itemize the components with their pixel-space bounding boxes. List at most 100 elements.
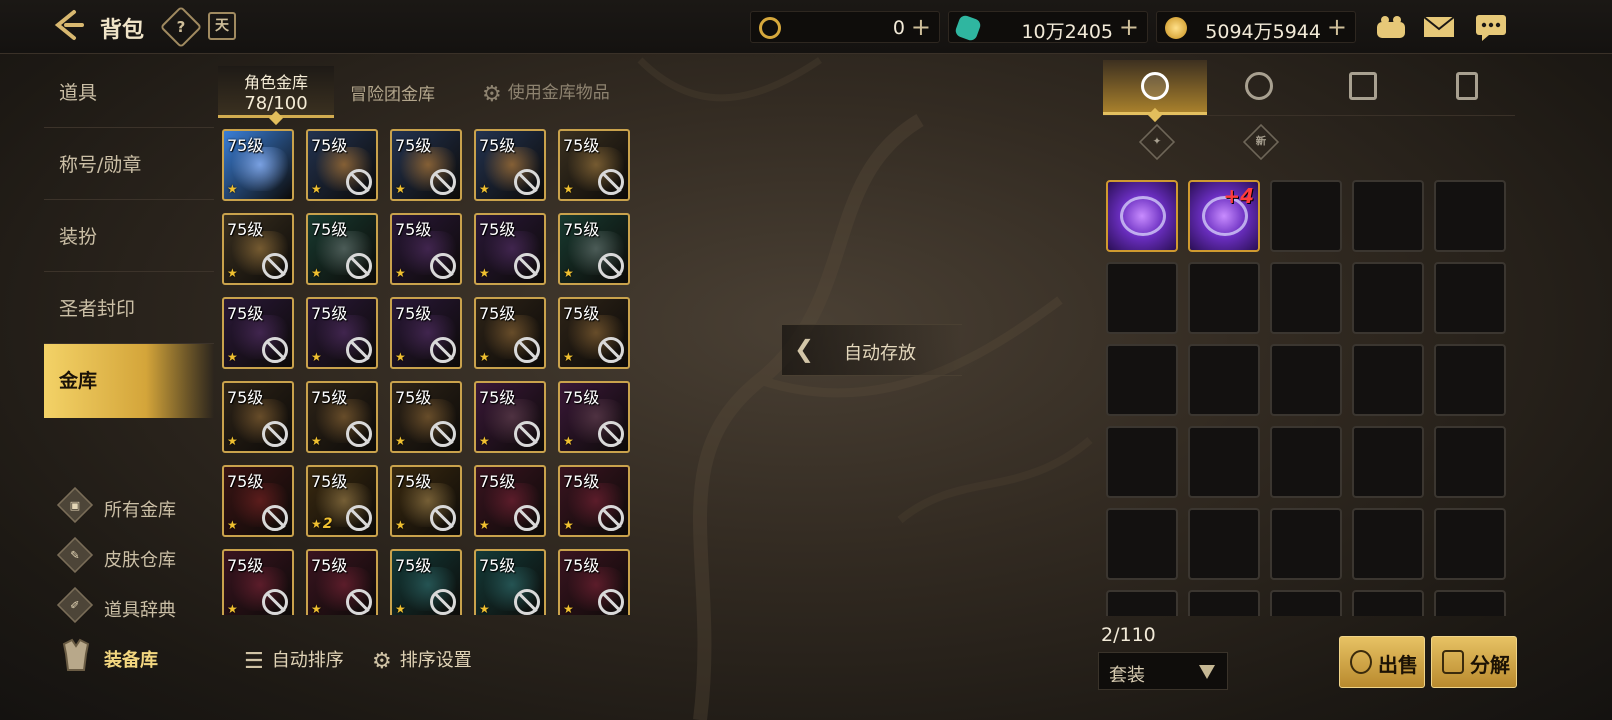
tab-equipment[interactable] — [1103, 60, 1207, 123]
vault-item[interactable]: 75级 ★ — [390, 465, 462, 537]
inventory-slot-empty[interactable] — [1106, 344, 1178, 416]
tab-consumables[interactable] — [1207, 60, 1311, 115]
vault-item[interactable]: 75级 ★ — [474, 465, 546, 537]
inventory-slot-empty[interactable] — [1106, 426, 1178, 498]
sub-item-equipment-storage[interactable]: 装备库 — [58, 634, 208, 678]
inventory-slot-empty[interactable] — [1352, 426, 1424, 498]
inventory-slot-empty[interactable] — [1270, 426, 1342, 498]
pentagram-icon[interactable]: ✦ — [1138, 123, 1176, 161]
vault-item[interactable]: 75级 ★ — [222, 213, 294, 285]
vault-item[interactable]: 75级 ★ — [558, 297, 630, 369]
inventory-slot-empty[interactable] — [1352, 508, 1424, 580]
inventory-item[interactable]: +4 — [1188, 180, 1260, 252]
prohibited-icon — [346, 589, 372, 615]
inventory-slot-empty[interactable] — [1352, 180, 1424, 252]
sub-item-item-dictionary[interactable]: ✐ 道具辞典 — [56, 584, 208, 628]
nav-item-vault[interactable]: 金库 — [44, 344, 214, 418]
vault-item[interactable]: 75级 ★ — [222, 465, 294, 537]
filter-dropdown[interactable]: 套装 — [1098, 652, 1228, 690]
vault-item[interactable]: 75级 ★ — [222, 549, 294, 615]
inventory-slot-empty[interactable] — [1352, 590, 1424, 616]
nav-item-seal[interactable]: 圣者封印 — [44, 272, 214, 344]
inventory-slot-empty[interactable] — [1270, 508, 1342, 580]
vault-item[interactable]: 75级 ★ — [558, 129, 630, 201]
inventory-slot-empty[interactable] — [1352, 344, 1424, 416]
tab-materials[interactable] — [1311, 60, 1415, 115]
inventory-slot-empty[interactable] — [1270, 344, 1342, 416]
page-title: 背包 — [100, 18, 145, 43]
vault-item[interactable]: 75级 ★ — [474, 213, 546, 285]
item-level: 75级 — [479, 472, 516, 491]
inventory-slot-empty[interactable] — [1188, 426, 1260, 498]
use-vault-items-button[interactable]: ⚙ 使用金库物品 — [482, 78, 610, 107]
inventory-slot-empty[interactable] — [1270, 590, 1342, 616]
inventory-slot-empty[interactable] — [1106, 508, 1178, 580]
vault-item[interactable]: 75级 ★ — [222, 381, 294, 453]
new-icon[interactable]: 新 — [1242, 123, 1280, 161]
vault-item[interactable]: 75级 ★ — [306, 129, 378, 201]
item-level: 75级 — [227, 136, 264, 155]
wallet-icon[interactable] — [1374, 12, 1408, 42]
inventory-slot-empty[interactable] — [1434, 262, 1506, 334]
vault-item[interactable]: 75级 ★2 — [306, 465, 378, 537]
add-coin-button[interactable]: + — [911, 13, 931, 41]
vault-item[interactable]: 75级 ★ — [390, 213, 462, 285]
disassemble-button[interactable]: 分解 — [1431, 636, 1517, 688]
inventory-slot-empty[interactable] — [1188, 590, 1260, 616]
help-icon[interactable]: ? — [159, 5, 203, 49]
nav-item-items[interactable]: 道具 — [44, 56, 214, 128]
sub-item-all-vaults[interactable]: ▣ 所有金库 — [56, 484, 208, 528]
back-arrow-icon[interactable] — [52, 8, 88, 44]
sub-item-skin-storage[interactable]: ✎ 皮肤仓库 — [56, 534, 208, 578]
auto-store-button[interactable]: ❮ 自动存放 — [782, 324, 962, 376]
inventory-slot-empty[interactable] — [1434, 180, 1506, 252]
inventory-slot-empty[interactable] — [1188, 508, 1260, 580]
inventory-slot-empty[interactable] — [1270, 262, 1342, 334]
chat-icon[interactable] — [1474, 12, 1508, 42]
calendar-icon[interactable]: 天 — [208, 12, 236, 40]
vault-item[interactable]: 75级 ★ — [222, 297, 294, 369]
star-icon: ★ — [227, 266, 238, 280]
add-gold-button[interactable]: + — [1327, 13, 1347, 41]
vault-item[interactable]: 75级 ★ — [390, 129, 462, 201]
add-crystal-button[interactable]: + — [1119, 13, 1139, 41]
auto-sort-button[interactable]: ☰ 自动排序 — [244, 646, 344, 674]
sort-settings-button[interactable]: ⚙ 排序设置 — [372, 646, 472, 674]
vault-item[interactable]: 75级 ★ — [474, 549, 546, 615]
item-level: 75级 — [311, 472, 348, 491]
inventory-slot-empty[interactable] — [1188, 262, 1260, 334]
tab-cards[interactable] — [1415, 60, 1519, 115]
inventory-slot-empty[interactable] — [1434, 426, 1506, 498]
inventory-slot-empty[interactable] — [1352, 262, 1424, 334]
vault-item[interactable]: 75级 ★ — [474, 297, 546, 369]
inventory-slot-empty[interactable] — [1434, 508, 1506, 580]
vault-item[interactable]: 75级 ★ — [474, 381, 546, 453]
vault-item[interactable]: 75级 ★ — [558, 213, 630, 285]
vault-item[interactable]: 75级 ★ — [306, 549, 378, 615]
vault-item[interactable]: 75级 ★ — [558, 465, 630, 537]
vault-item[interactable]: 75级 ★ — [306, 297, 378, 369]
nav-item-titles[interactable]: 称号/勋章 — [44, 128, 214, 200]
vault-item[interactable]: 75级 ★ — [558, 549, 630, 615]
tab-team-vault[interactable]: 冒险团金库 — [350, 80, 435, 105]
vault-item[interactable]: 75级 ★ — [474, 129, 546, 201]
vault-item[interactable]: 75级 ★ — [390, 381, 462, 453]
sell-button[interactable]: 出售 — [1339, 636, 1425, 688]
vault-item[interactable]: 75级 ★ — [222, 129, 294, 201]
vault-item[interactable]: 75级 ★ — [390, 297, 462, 369]
vault-item[interactable]: 75级 ★ — [306, 381, 378, 453]
inventory-slot-empty[interactable] — [1434, 344, 1506, 416]
inventory-item[interactable] — [1106, 180, 1178, 252]
potion-icon — [1245, 72, 1273, 100]
nav-item-costume[interactable]: 装扮 — [44, 200, 214, 272]
mail-icon[interactable] — [1422, 12, 1456, 42]
vault-item[interactable]: 75级 ★ — [390, 549, 462, 615]
inventory-slot-empty[interactable] — [1106, 262, 1178, 334]
vault-item[interactable]: 75级 ★ — [306, 213, 378, 285]
inventory-slot-empty[interactable] — [1270, 180, 1342, 252]
tab-role-vault[interactable]: 角色金库 78/100 — [218, 66, 334, 126]
vault-item[interactable]: 75级 ★ — [558, 381, 630, 453]
inventory-slot-empty[interactable] — [1106, 590, 1178, 616]
inventory-slot-empty[interactable] — [1188, 344, 1260, 416]
inventory-slot-empty[interactable] — [1434, 590, 1506, 616]
